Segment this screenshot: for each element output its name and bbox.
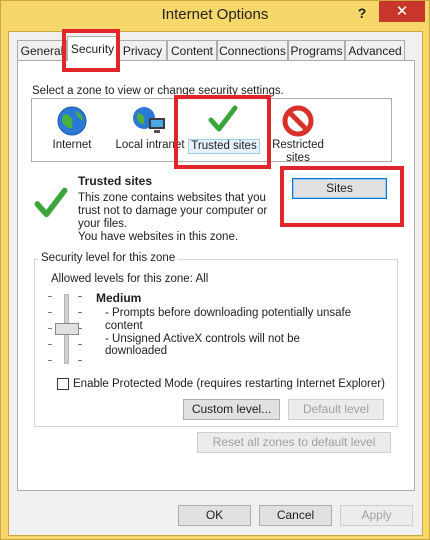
zone-label: Trusted sites [188, 139, 260, 154]
security-level-slider[interactable] [46, 292, 86, 364]
close-button[interactable]: ✕ [379, 1, 425, 22]
tab-privacy[interactable]: Privacy [118, 40, 167, 60]
zone-label: Local intranet [115, 139, 185, 151]
close-icon: ✕ [395, 3, 409, 20]
title-bar[interactable]: Internet Options ? ✕ [1, 1, 429, 31]
tab-content[interactable]: Content [167, 40, 217, 60]
restricted-icon [282, 105, 314, 137]
local-intranet-icon [133, 107, 165, 133]
protected-mode-label: Enable Protected Mode (requires restarti… [73, 378, 385, 390]
level-bullet: - Prompts before downloading potentially… [105, 307, 352, 332]
help-button[interactable]: ? [348, 3, 376, 23]
tab-general[interactable]: General [17, 40, 67, 60]
security-level-name: Medium [96, 291, 142, 305]
selected-zone-title: Trusted sites [78, 174, 153, 188]
slider-thumb[interactable] [55, 323, 79, 335]
tab-programs[interactable]: Programs [288, 40, 345, 60]
tab-advanced[interactable]: Advanced [345, 40, 405, 60]
default-level-button[interactable]: Default level [288, 399, 384, 420]
zone-label: Internet [52, 139, 92, 151]
zone-label: Restricted sites [272, 139, 324, 164]
apply-button[interactable]: Apply [340, 505, 413, 526]
protected-mode-checkbox[interactable] [57, 378, 69, 390]
ok-button[interactable]: OK [178, 505, 251, 526]
checkmark-icon [34, 187, 68, 218]
tab-security[interactable]: Security [67, 36, 118, 61]
selected-zone-description: This zone contains websites that you tru… [78, 192, 268, 230]
tab-connections[interactable]: Connections [217, 40, 288, 60]
custom-level-button[interactable]: Custom level... [183, 399, 280, 420]
group-title: Security level for this zone [38, 252, 179, 264]
selected-zone-note: You have websites in this zone. [78, 231, 239, 243]
zone-list: Internet Local intranet Trusted sites Re… [31, 98, 392, 164]
level-bullet: - Unsigned ActiveX controls will not be … [105, 333, 300, 357]
checkmark-icon [208, 105, 238, 132]
sites-button[interactable]: Sites [292, 178, 387, 199]
allowed-levels-label: Allowed levels for this zone: All [51, 273, 209, 285]
globe-icon [57, 106, 87, 136]
reset-all-zones-button[interactable]: Reset all zones to default level [197, 432, 391, 453]
cancel-button[interactable]: Cancel [259, 505, 332, 526]
zone-prompt: Select a zone to view or change security… [32, 85, 284, 97]
